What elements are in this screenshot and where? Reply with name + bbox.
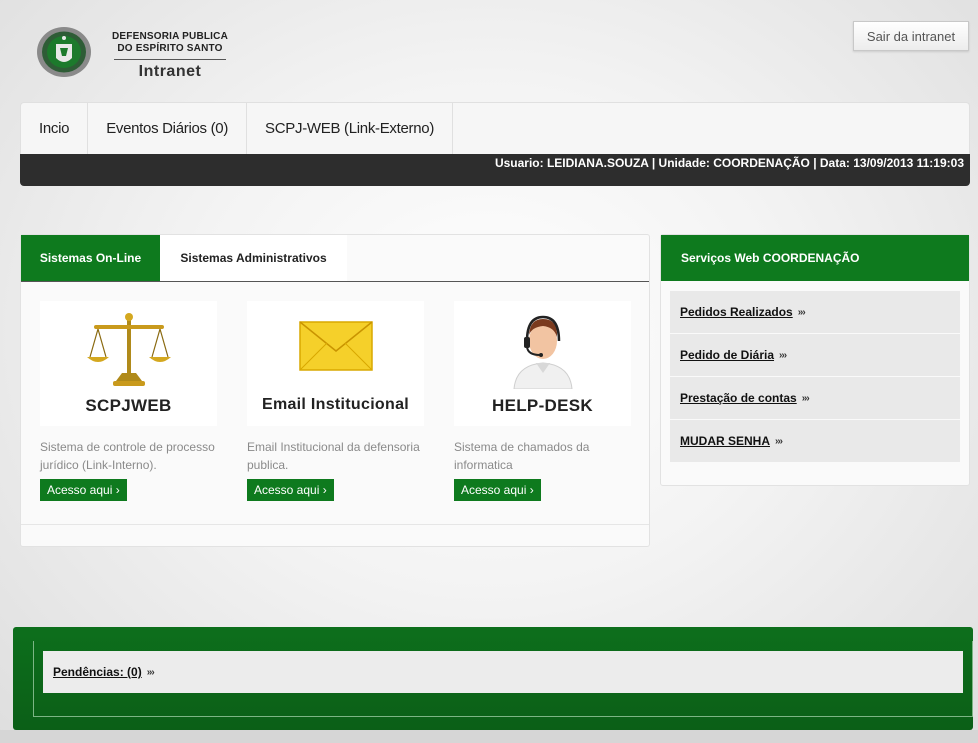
nav-item-eventos[interactable]: Eventos Diários (0) bbox=[88, 103, 248, 154]
org-name-line2: DO ESPÍRITO SANTO bbox=[117, 43, 223, 54]
card-title: Email Institucional bbox=[261, 396, 410, 413]
pending-box: Pendências: (0) ››› bbox=[43, 651, 963, 693]
access-button-helpdesk[interactable]: Acesso aqui › bbox=[454, 479, 541, 501]
card-image: HELP-DESK bbox=[454, 301, 631, 426]
chevrons-icon: ››› bbox=[146, 666, 155, 678]
chevrons-icon: ››› bbox=[775, 435, 783, 447]
chevrons-icon: ››› bbox=[779, 349, 787, 361]
service-link-pedido-de-diaria[interactable]: Pedido de Diária bbox=[680, 348, 774, 362]
systems-panel: Sistemas On-Line Sistemas Administrativo… bbox=[20, 234, 650, 547]
tab-sistemas-administrativos[interactable]: Sistemas Administrativos bbox=[160, 235, 347, 281]
card-title: SCPJWEB bbox=[85, 396, 172, 415]
services-panel: Serviços Web COORDENAÇÃO Pedidos Realiza… bbox=[660, 234, 970, 486]
nav-item-scpj-web[interactable]: SCPJ-WEB (Link-Externo) bbox=[247, 103, 454, 154]
access-button-email[interactable]: Acesso aqui › bbox=[247, 479, 334, 501]
scales-icon bbox=[87, 313, 171, 386]
footer-panel: Pendências: (0) ››› bbox=[13, 627, 973, 730]
card-helpdesk: HELP-DESK Sistema de chamados da informa… bbox=[454, 301, 631, 501]
user-status-bar: Usuario: LEIDIANA.SOUZA | Unidade: COORD… bbox=[20, 154, 970, 186]
divider bbox=[21, 524, 649, 525]
chevrons-icon: ››› bbox=[801, 392, 810, 404]
service-link-pedidos-realizados[interactable]: Pedidos Realizados bbox=[680, 305, 793, 319]
card-image: Email Institucional bbox=[247, 301, 424, 426]
nav-item-inicio[interactable]: Incio bbox=[21, 103, 89, 154]
systems-tabs: Sistemas On-Line Sistemas Administrativo… bbox=[21, 235, 649, 282]
divider bbox=[114, 59, 226, 60]
service-item: MUDAR SENHA ››› bbox=[670, 420, 960, 462]
card-email: Email Institucional Email Institucional … bbox=[247, 301, 424, 501]
card-description: Email Institucional da defensoria public… bbox=[247, 440, 420, 472]
user-status-text: Usuario: LEIDIANA.SOUZA | Unidade: COORD… bbox=[494, 156, 964, 170]
intranet-brand: Intranet bbox=[138, 63, 202, 80]
org-name-line1: DEFENSORIA PUBLICA bbox=[111, 31, 228, 42]
main-nav: Incio Eventos Diários (0) SCPJ-WEB (Link… bbox=[20, 102, 970, 154]
services-title: Serviços Web COORDENAÇÃO bbox=[661, 235, 969, 281]
chevrons-icon: ››› bbox=[797, 306, 806, 318]
headset-agent-icon bbox=[513, 315, 573, 389]
service-item: Pedidos Realizados ››› bbox=[670, 291, 960, 333]
tab-sistemas-online[interactable]: Sistemas On-Line bbox=[21, 235, 160, 281]
envelope-icon bbox=[299, 321, 373, 371]
card-description: Sistema de controle de processo jurídico… bbox=[40, 440, 215, 472]
logo-seal bbox=[36, 26, 92, 78]
card-description: Sistema de chamados da informatica bbox=[454, 440, 590, 472]
card-title: HELP-DESK bbox=[492, 396, 593, 415]
card-scpjweb: SCPJWEB Sistema de controle de processo … bbox=[40, 301, 217, 501]
pending-link[interactable]: Pendências: (0) bbox=[53, 665, 142, 679]
service-link-prestacao-de-contas[interactable]: Prestação de contas bbox=[680, 391, 797, 405]
card-image: SCPJWEB bbox=[40, 301, 217, 426]
org-name-block: DEFENSORIA PUBLICA DO ESPÍRITO SANTO Int… bbox=[108, 31, 232, 81]
access-button-scpjweb[interactable]: Acesso aqui › bbox=[40, 479, 127, 501]
service-item: Prestação de contas ››› bbox=[670, 377, 960, 419]
logout-button[interactable]: Sair da intranet bbox=[853, 21, 969, 51]
page-bottom-strip bbox=[0, 730, 978, 743]
service-item: Pedido de Diária ››› bbox=[670, 334, 960, 376]
service-link-mudar-senha[interactable]: MUDAR SENHA bbox=[680, 434, 770, 448]
